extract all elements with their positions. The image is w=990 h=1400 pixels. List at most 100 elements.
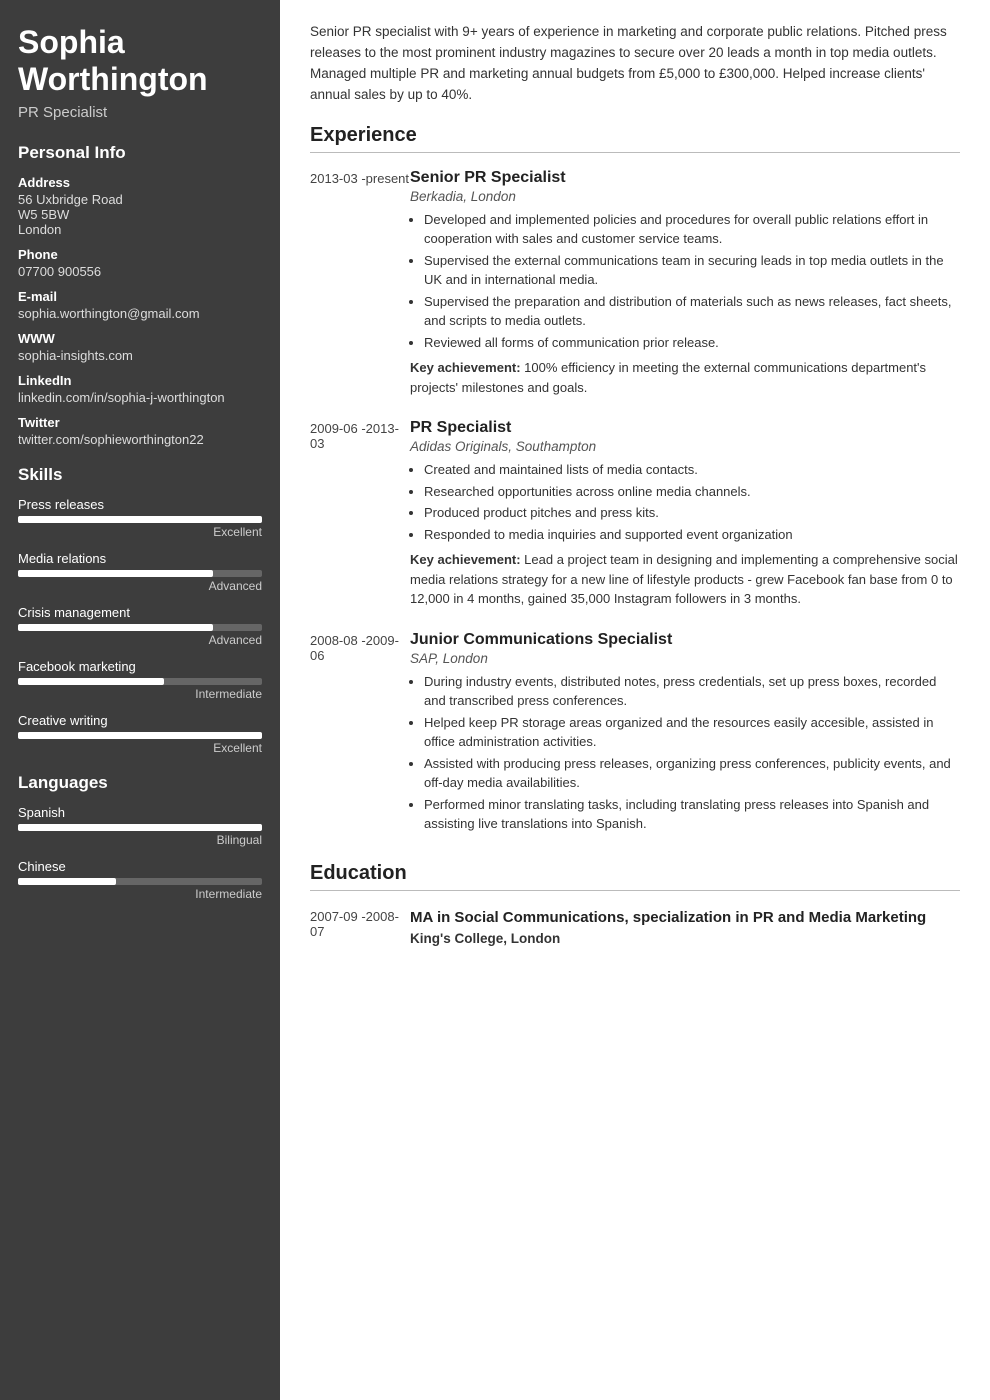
languages-heading: Languages bbox=[18, 773, 262, 793]
bullet-item: Responded to media inquiries and support… bbox=[424, 525, 960, 545]
linkedin-label: LinkedIn bbox=[18, 373, 262, 388]
bullets-list: Created and maintained lists of media co… bbox=[424, 460, 960, 544]
resume-container: Sophia Worthington PR Specialist Persona… bbox=[0, 0, 990, 1400]
skill-level: Advanced bbox=[18, 633, 262, 647]
www-label: WWW bbox=[18, 331, 262, 346]
www-value: sophia-insights.com bbox=[18, 348, 262, 363]
experience-list: 2013-03 -present Senior PR Specialist Be… bbox=[310, 169, 960, 840]
entry-content: Junior Communications Specialist SAP, Lo… bbox=[410, 631, 960, 840]
sidebar: Sophia Worthington PR Specialist Persona… bbox=[0, 0, 280, 1400]
company-name: SAP, London bbox=[410, 651, 960, 666]
language-bar-fill bbox=[18, 824, 262, 831]
edu-school: King's College, London bbox=[410, 931, 926, 946]
skill-bar-fill bbox=[18, 678, 164, 685]
language-name: Chinese bbox=[18, 859, 262, 874]
key-achievement: Key achievement: 100% efficiency in meet… bbox=[410, 358, 960, 397]
entry-date: 2013-03 -present bbox=[310, 169, 410, 398]
skill-level: Excellent bbox=[18, 525, 262, 539]
skill-item: Crisis management Advanced bbox=[18, 605, 262, 647]
experience-entry: 2008-08 -2009-06 Junior Communications S… bbox=[310, 631, 960, 840]
main-content: Senior PR specialist with 9+ years of ex… bbox=[280, 0, 990, 1400]
email-value: sophia.worthington@gmail.com bbox=[18, 306, 262, 321]
skill-item: Press releases Excellent bbox=[18, 497, 262, 539]
skill-bar-bg bbox=[18, 678, 262, 685]
edu-date: 2007-09 -2008-07 bbox=[310, 907, 410, 946]
skill-name: Facebook marketing bbox=[18, 659, 262, 674]
phone-value: 07700 900556 bbox=[18, 264, 262, 279]
skill-item: Media relations Advanced bbox=[18, 551, 262, 593]
candidate-name: Sophia Worthington bbox=[18, 24, 262, 98]
job-title: PR Specialist bbox=[410, 419, 960, 437]
language-level: Intermediate bbox=[18, 887, 262, 901]
edu-degree: MA in Social Communications, specializat… bbox=[410, 907, 926, 928]
job-title: Senior PR Specialist bbox=[410, 169, 960, 187]
skill-bar-fill bbox=[18, 732, 262, 739]
skill-bar-fill bbox=[18, 570, 213, 577]
address-line2: W5 5BW bbox=[18, 207, 262, 222]
twitter-label: Twitter bbox=[18, 415, 262, 430]
language-item: Spanish Bilingual bbox=[18, 805, 262, 847]
bullet-item: Supervised the external communications t… bbox=[424, 251, 960, 290]
bullets-list: Developed and implemented policies and p… bbox=[424, 210, 960, 353]
entry-date: 2008-08 -2009-06 bbox=[310, 631, 410, 840]
education-entry: 2007-09 -2008-07 MA in Social Communicat… bbox=[310, 907, 960, 946]
skill-name: Creative writing bbox=[18, 713, 262, 728]
language-bar-fill bbox=[18, 878, 116, 885]
bullet-item: Supervised the preparation and distribut… bbox=[424, 292, 960, 331]
address-line1: 56 Uxbridge Road bbox=[18, 192, 262, 207]
edu-content: MA in Social Communications, specializat… bbox=[410, 907, 926, 946]
entry-content: Senior PR Specialist Berkadia, London De… bbox=[410, 169, 960, 398]
skill-bar-bg bbox=[18, 570, 262, 577]
bullet-item: Performed minor translating tasks, inclu… bbox=[424, 795, 960, 834]
experience-entry: 2009-06 -2013-03 PR Specialist Adidas Or… bbox=[310, 419, 960, 609]
skill-bar-bg bbox=[18, 732, 262, 739]
skill-level: Intermediate bbox=[18, 687, 262, 701]
bullet-item: Helped keep PR storage areas organized a… bbox=[424, 713, 960, 752]
bullet-item: Created and maintained lists of media co… bbox=[424, 460, 960, 480]
skill-bar-fill bbox=[18, 624, 213, 631]
language-bar-bg bbox=[18, 824, 262, 831]
summary-text: Senior PR specialist with 9+ years of ex… bbox=[310, 22, 960, 106]
education-section-title: Education bbox=[310, 862, 960, 891]
skills-list: Press releases Excellent Media relations… bbox=[18, 497, 262, 755]
skill-bar-fill bbox=[18, 516, 262, 523]
education-list: 2007-09 -2008-07 MA in Social Communicat… bbox=[310, 907, 960, 946]
skill-name: Crisis management bbox=[18, 605, 262, 620]
skill-bar-bg bbox=[18, 624, 262, 631]
phone-label: Phone bbox=[18, 247, 262, 262]
bullet-item: Researched opportunities across online m… bbox=[424, 482, 960, 502]
skill-item: Facebook marketing Intermediate bbox=[18, 659, 262, 701]
entry-date: 2009-06 -2013-03 bbox=[310, 419, 410, 609]
bullet-item: During industry events, distributed note… bbox=[424, 672, 960, 711]
address-label: Address bbox=[18, 175, 262, 190]
personal-info-heading: Personal Info bbox=[18, 143, 262, 163]
skill-name: Media relations bbox=[18, 551, 262, 566]
language-name: Spanish bbox=[18, 805, 262, 820]
skill-bar-bg bbox=[18, 516, 262, 523]
key-achievement: Key achievement: Lead a project team in … bbox=[410, 550, 960, 609]
address-line3: London bbox=[18, 222, 262, 237]
company-name: Adidas Originals, Southampton bbox=[410, 439, 960, 454]
skill-level: Excellent bbox=[18, 741, 262, 755]
bullet-item: Developed and implemented policies and p… bbox=[424, 210, 960, 249]
skills-heading: Skills bbox=[18, 465, 262, 485]
candidate-title: PR Specialist bbox=[18, 104, 262, 121]
email-label: E-mail bbox=[18, 289, 262, 304]
experience-entry: 2013-03 -present Senior PR Specialist Be… bbox=[310, 169, 960, 398]
skill-level: Advanced bbox=[18, 579, 262, 593]
company-name: Berkadia, London bbox=[410, 189, 960, 204]
language-item: Chinese Intermediate bbox=[18, 859, 262, 901]
language-level: Bilingual bbox=[18, 833, 262, 847]
twitter-value: twitter.com/sophieworthington22 bbox=[18, 432, 262, 447]
experience-section-title: Experience bbox=[310, 124, 960, 153]
bullet-item: Produced product pitches and press kits. bbox=[424, 503, 960, 523]
languages-list: Spanish Bilingual Chinese Intermediate bbox=[18, 805, 262, 901]
bullet-item: Reviewed all forms of communication prio… bbox=[424, 333, 960, 353]
bullet-item: Assisted with producing press releases, … bbox=[424, 754, 960, 793]
language-bar-bg bbox=[18, 878, 262, 885]
bullets-list: During industry events, distributed note… bbox=[424, 672, 960, 834]
skill-item: Creative writing Excellent bbox=[18, 713, 262, 755]
skill-name: Press releases bbox=[18, 497, 262, 512]
linkedin-value: linkedin.com/in/sophia-j-worthington bbox=[18, 390, 262, 405]
job-title: Junior Communications Specialist bbox=[410, 631, 960, 649]
